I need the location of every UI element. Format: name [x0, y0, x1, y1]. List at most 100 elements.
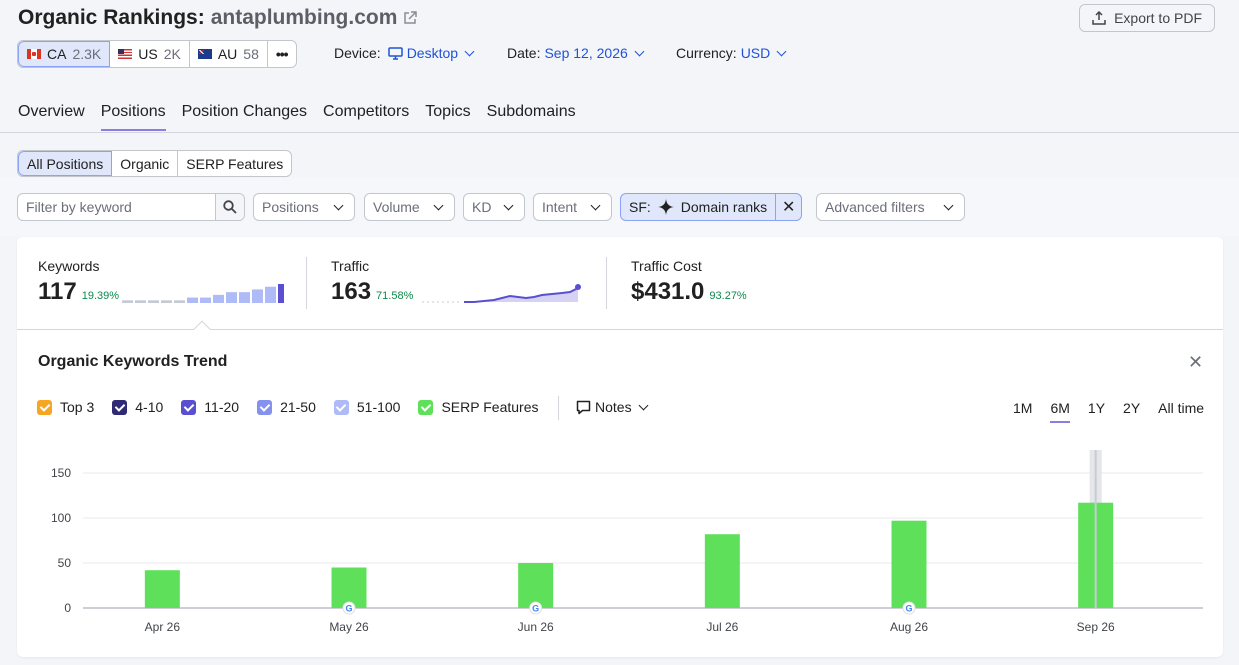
- legend-21-50[interactable]: 21-50: [257, 399, 316, 415]
- x-tick-label: Sep 26: [1077, 620, 1115, 634]
- legend-11-20[interactable]: 11-20: [181, 399, 239, 415]
- currency-selector[interactable]: Currency: USD: [676, 45, 789, 61]
- domain-link[interactable]: antaplumbing.com: [211, 6, 398, 30]
- sparkline-bar: [239, 292, 250, 303]
- database-au[interactable]: AU 58: [190, 41, 268, 67]
- volume-filter-label: Volume: [373, 199, 420, 215]
- more-icon: •••: [275, 46, 289, 62]
- tab-overview[interactable]: Overview: [18, 103, 85, 131]
- database-us[interactable]: US 2K: [110, 41, 190, 67]
- metric-label: Keywords: [38, 258, 100, 274]
- chevron-down-icon: [433, 200, 444, 211]
- metric-value: 163: [331, 278, 372, 305]
- external-link-icon[interactable]: [403, 11, 418, 25]
- keywords-sparkline: [122, 284, 284, 303]
- database-ca[interactable]: CA 2.3K: [18, 41, 111, 67]
- tab-positions[interactable]: Positions: [100, 103, 166, 131]
- sparkline-bar: [200, 297, 211, 303]
- database-selector: CA 2.3K US 2K AU 58 •••: [17, 40, 297, 68]
- traffic-metric[interactable]: Traffic 163 71.58%: [331, 258, 413, 306]
- search-icon: [223, 200, 237, 214]
- canada-flag-icon: [27, 49, 41, 59]
- notes-dropdown[interactable]: Notes: [576, 399, 651, 415]
- x-tick-label: Jun 26: [518, 620, 554, 634]
- chevron-down-icon: [590, 200, 601, 211]
- google-update-icon[interactable]: G: [902, 601, 916, 615]
- legend-4-10[interactable]: 4-10: [112, 399, 163, 415]
- advanced-filters[interactable]: Advanced filters: [816, 193, 965, 221]
- chart-bar[interactable]: [891, 520, 927, 608]
- google-update-icon[interactable]: G: [529, 601, 543, 615]
- kd-filter[interactable]: KD: [463, 193, 525, 221]
- keyword-filter: [17, 193, 245, 221]
- chart-bar[interactable]: [704, 534, 740, 608]
- serp-feature-filter[interactable]: SF: Domain ranks: [621, 194, 777, 220]
- volume-filter[interactable]: Volume: [364, 193, 455, 221]
- sparkline-bar: [226, 292, 237, 303]
- date-selector[interactable]: Date: Sep 12, 2026: [507, 45, 647, 61]
- keywords-metric[interactable]: Keywords 117 19.39%: [38, 258, 119, 306]
- metric-change: 71.58%: [376, 290, 414, 302]
- range-6m[interactable]: 6M: [1050, 400, 1070, 423]
- intent-filter[interactable]: Intent: [533, 193, 612, 221]
- main-tabs: Overview Positions Position Changes Comp…: [18, 103, 576, 131]
- range-1m[interactable]: 1M: [1013, 400, 1032, 423]
- segment-organic[interactable]: Organic: [112, 151, 179, 176]
- positions-filter[interactable]: Positions: [253, 193, 355, 221]
- sparkline-bar: [122, 300, 133, 303]
- tab-competitors[interactable]: Competitors: [323, 103, 409, 131]
- checkbox-icon: [257, 399, 273, 415]
- legend-label: SERP Features: [441, 399, 539, 415]
- position-type-toggle: All Positions Organic SERP Features: [17, 150, 293, 177]
- checkbox-icon: [333, 399, 349, 415]
- range-1y[interactable]: 1Y: [1088, 400, 1105, 423]
- remove-filter-button[interactable]: ✕: [776, 194, 801, 220]
- export-pdf-button[interactable]: Export to PDF: [1079, 4, 1215, 32]
- segment-serp-features[interactable]: SERP Features: [178, 151, 291, 176]
- metric-value: $431.0: [631, 278, 705, 305]
- legend-51-100[interactable]: 51-100: [333, 399, 401, 415]
- sparkline-bar: [161, 300, 172, 303]
- sparkline-bar: [135, 300, 146, 303]
- advanced-filters-label: Advanced filters: [825, 199, 925, 215]
- chart-bar[interactable]: [518, 563, 554, 608]
- legend-label: 11-20: [204, 399, 240, 415]
- keyword-filter-input[interactable]: [18, 194, 215, 220]
- close-trend-button[interactable]: ✕: [1188, 352, 1203, 373]
- kd-filter-label: KD: [472, 199, 492, 215]
- device-selector[interactable]: Device: Desktop: [334, 45, 477, 61]
- tab-topics[interactable]: Topics: [425, 103, 470, 131]
- chevron-down-icon: [943, 200, 954, 211]
- range-all-time[interactable]: All time: [1158, 400, 1204, 423]
- legend-top-3[interactable]: Top 3: [37, 399, 94, 415]
- more-databases-button[interactable]: •••: [268, 41, 296, 67]
- tab-subdomains[interactable]: Subdomains: [487, 103, 576, 131]
- trend-title: Organic Keywords Trend: [38, 353, 228, 370]
- legend-label: 51-100: [356, 399, 401, 415]
- currency-label: Currency:: [676, 45, 737, 61]
- date-value: Sep 12, 2026: [544, 45, 628, 61]
- y-tick-label: 150: [51, 466, 71, 480]
- google-update-icon[interactable]: G: [342, 601, 356, 615]
- currency-value: USD: [740, 45, 771, 61]
- sf-value: Domain ranks: [680, 199, 768, 215]
- legend-divider: [558, 396, 559, 420]
- legend-label: Top 3: [60, 399, 95, 415]
- y-tick-label: 100: [51, 511, 71, 525]
- segment-all-positions[interactable]: All Positions: [18, 151, 113, 176]
- svg-text:G: G: [532, 604, 539, 614]
- x-tick-label: Apr 26: [145, 620, 181, 634]
- chart-bar[interactable]: [144, 570, 180, 608]
- tab-position-changes[interactable]: Position Changes: [182, 103, 307, 131]
- legend-serp-features[interactable]: SERP Features: [418, 399, 538, 415]
- range-2y[interactable]: 2Y: [1123, 400, 1140, 423]
- y-tick-label: 0: [64, 601, 71, 615]
- us-flag-icon: [118, 49, 133, 59]
- sparkline-bar: [265, 286, 276, 303]
- search-button[interactable]: [215, 194, 244, 220]
- svg-text:G: G: [345, 604, 352, 614]
- export-label: Export to PDF: [1114, 10, 1202, 26]
- traffic-cost-metric[interactable]: Traffic Cost $431.0 93.27%: [631, 258, 747, 306]
- comment-icon: [576, 400, 591, 414]
- sparkline-bar: [252, 289, 263, 303]
